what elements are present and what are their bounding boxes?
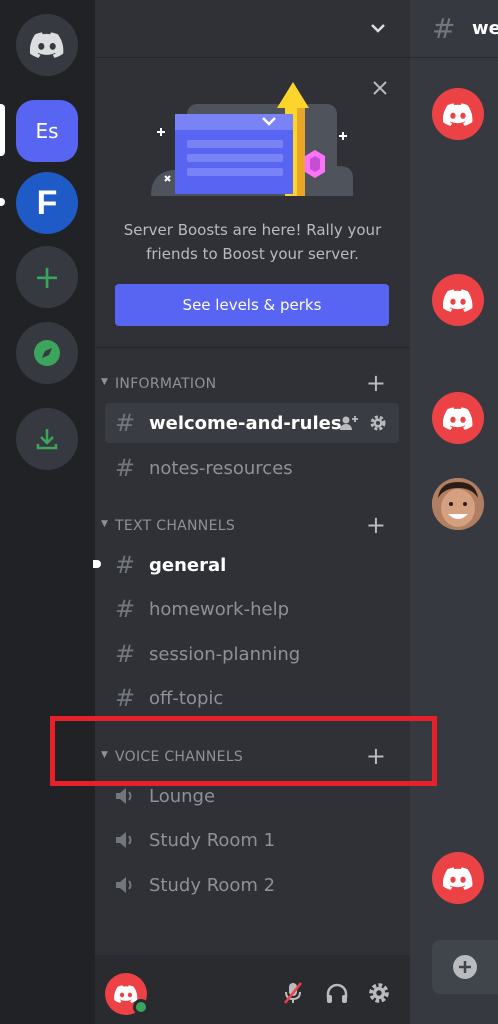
channel-name: welcome-and-rules [149,412,342,434]
speaker-icon [107,875,143,895]
hash-icon: # [114,454,136,482]
invite-icon[interactable] [339,414,359,432]
es-server-button[interactable]: Es [16,100,78,162]
unread-indicator [93,560,101,568]
channel-name: homework-help [149,598,289,620]
discord-logo-icon [443,102,473,126]
channel-sidebar: Server Boosts are here! Rally your frien… [93,0,410,1024]
channel-homework-help[interactable]: # homework-help [105,589,399,629]
server-initials: F [36,183,58,222]
chevron-down-icon: ▼ [101,519,108,529]
channel-tools [339,414,387,432]
server-boost-banner: Server Boosts are here! Rally your frien… [95,58,410,348]
channel-name: Lounge [149,785,216,807]
server-header[interactable] [95,0,410,58]
hash-icon: # [432,12,456,45]
gear-icon [369,983,389,1003]
message-composer[interactable] [432,940,498,994]
channel-name: Study Room 1 [149,829,276,851]
boost-description: Server Boosts are here! Rally your frien… [123,221,382,263]
avatar[interactable] [432,88,484,140]
server-initials: Es [35,119,59,143]
create-channel-plus-icon[interactable]: + [366,512,386,538]
avatar[interactable] [432,274,484,326]
server-rail: Es F + [0,0,95,1024]
explore-servers-button[interactable] [16,322,78,384]
discord-logo-icon [443,866,473,890]
avatar[interactable] [432,852,484,904]
close-icon[interactable] [372,80,388,96]
highlight-box [50,716,437,786]
channel-session-planning[interactable]: # session-planning [105,634,399,674]
headphones-icon [326,983,348,1003]
category-text-channels[interactable]: ▼ TEXT CHANNELS + [95,511,410,541]
create-channel-plus-icon[interactable]: + [366,370,386,396]
user-panel [95,955,410,1024]
download-apps-button[interactable] [16,408,78,470]
hash-icon: # [114,551,136,579]
deafen-button[interactable] [323,979,351,1007]
chevron-down-icon[interactable] [370,22,386,34]
hash-icon: # [114,409,136,437]
channel-name: Study Room 2 [149,874,276,896]
see-levels-perks-button[interactable]: See levels & perks [115,284,389,326]
category-label: TEXT CHANNELS [115,518,236,534]
category-information[interactable]: ▼ INFORMATION + [95,369,410,399]
channel-general[interactable]: # general [93,545,399,585]
compass-icon [34,340,60,366]
chevron-down-icon: ▼ [101,377,108,387]
user-settings-button[interactable] [365,979,393,1007]
discord-logo-icon [443,406,473,430]
speaker-icon [107,786,143,806]
fortnite-server-button[interactable]: F [16,172,78,234]
channel-name: notes-resources [149,457,293,479]
voice-channel-study-room-2[interactable]: Study Room 2 [105,865,399,905]
discord-logo-icon [30,32,64,58]
channel-welcome-and-rules[interactable]: # welcome-and-rules [105,403,399,443]
gear-icon[interactable] [369,414,387,432]
channel-off-topic[interactable]: # off-topic [105,678,399,718]
download-icon [36,429,58,450]
voice-channel-study-room-1[interactable]: Study Room 1 [105,820,399,860]
category-label: INFORMATION [115,376,217,392]
discord-home-button[interactable] [16,14,78,76]
channel-title: we [472,18,498,39]
message-area: # we [410,0,498,1024]
plus-icon: + [33,258,61,296]
boost-illustration [151,82,353,196]
discord-logo-icon [443,288,473,312]
hash-icon: # [114,684,136,712]
channel-header: # we [410,0,498,58]
avatar[interactable] [432,478,484,530]
online-status-dot [133,999,149,1015]
hash-icon: # [114,595,136,623]
speaker-icon [107,830,143,850]
add-server-button[interactable]: + [16,246,78,308]
unread-server-indicator [0,198,5,206]
channel-name: off-topic [149,687,224,709]
avatar[interactable] [432,392,484,444]
user-photo-avatar [432,478,484,530]
hash-icon: # [114,640,136,668]
channel-name: general [149,554,227,576]
add-attachment-icon[interactable] [452,954,478,980]
channel-notes-resources[interactable]: # notes-resources [105,448,399,488]
mute-button[interactable] [279,979,307,1007]
channel-name: session-planning [149,643,301,665]
microphone-muted-icon [284,982,302,1004]
selected-server-indicator [0,104,5,156]
